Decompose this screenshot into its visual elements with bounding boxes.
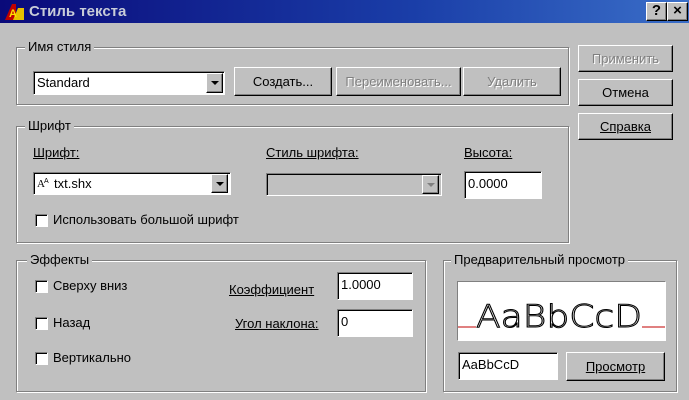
font-name-dropdown-button[interactable] [211, 174, 228, 193]
font-legend: Шрифт [25, 118, 74, 133]
upside-down-checkbox[interactable] [35, 280, 48, 293]
shx-font-icon: A A [37, 178, 49, 190]
width-factor-input[interactable]: 1.0000 [337, 272, 413, 300]
height-label: Высота: [464, 145, 513, 160]
oblique-angle-value: 0 [341, 314, 349, 329]
font-name-value: txt.shx [54, 176, 92, 191]
font-style-label: Стиль шрифта: [266, 145, 359, 160]
apply-button[interactable]: Применить [578, 45, 673, 72]
help-title-button[interactable]: ? [646, 2, 667, 21]
style-name-dropdown-button[interactable] [206, 73, 223, 93]
style-name-legend: Имя стиля [25, 39, 95, 54]
font-style-dropdown-button[interactable] [422, 175, 439, 194]
font-name-select[interactable]: txt.shx [33, 172, 231, 195]
oblique-angle-label: Угол наклона: [235, 316, 319, 331]
window-title: Стиль текста [29, 3, 127, 20]
preview-legend: Предварительный просмотр [451, 252, 629, 267]
rename-style-button[interactable]: Переименовать... [336, 67, 461, 96]
svg-text:A: A [9, 8, 17, 20]
help-label: Справка [600, 119, 651, 134]
preview-canvas: AaBbCcD [458, 299, 665, 336]
preview-area: AaBbCcD [457, 281, 666, 341]
svg-text:A: A [44, 178, 49, 185]
vertical-checkbox[interactable] [35, 352, 48, 365]
preview-button-label: Просмотр [585, 359, 646, 374]
preview-text-input[interactable]: AaBbCcD [458, 352, 558, 380]
oblique-angle-input[interactable]: 0 [337, 309, 413, 337]
style-name-select[interactable]: Standard [33, 71, 225, 95]
effects-legend: Эффекты [27, 252, 93, 267]
apply-label: Применить [591, 51, 660, 66]
width-factor-label: Коэффициент [229, 282, 315, 297]
font-name-label: Шрифт: [33, 145, 80, 160]
font-style-select[interactable] [266, 173, 442, 196]
upside-down-label: Сверху вниз [53, 278, 128, 293]
create-style-label: Создать... [252, 74, 314, 89]
help-button[interactable]: Справка [578, 113, 673, 140]
close-button[interactable]: × [667, 2, 688, 21]
rename-style-label: Переименовать... [345, 74, 452, 89]
create-style-button[interactable]: Создать... [234, 67, 332, 96]
bigfont-label: Использовать большой шрифт [53, 212, 239, 227]
backwards-checkbox[interactable] [35, 317, 48, 330]
delete-style-button[interactable]: Удалить [463, 67, 561, 96]
autocad-app-icon[interactable]: A [4, 3, 26, 21]
vertical-label: Вертикально [53, 350, 132, 365]
delete-style-label: Удалить [487, 74, 537, 89]
preview-sample-text: AaBbCcD [476, 299, 642, 335]
cancel-button[interactable]: Отмена [578, 79, 673, 106]
bigfont-checkbox[interactable] [35, 214, 48, 227]
backwards-label: Назад [53, 315, 91, 330]
height-input[interactable]: 0.0000 [464, 171, 542, 199]
width-factor-value: 1.0000 [341, 277, 381, 292]
height-value: 0.0000 [468, 176, 508, 191]
title-bar[interactable]: A Стиль текста ? × [0, 0, 689, 23]
cancel-label: Отмена [602, 85, 649, 100]
preview-text-value: AaBbCcD [462, 357, 520, 372]
preview-button[interactable]: Просмотр [566, 352, 665, 381]
style-name-value: Standard [37, 75, 90, 90]
